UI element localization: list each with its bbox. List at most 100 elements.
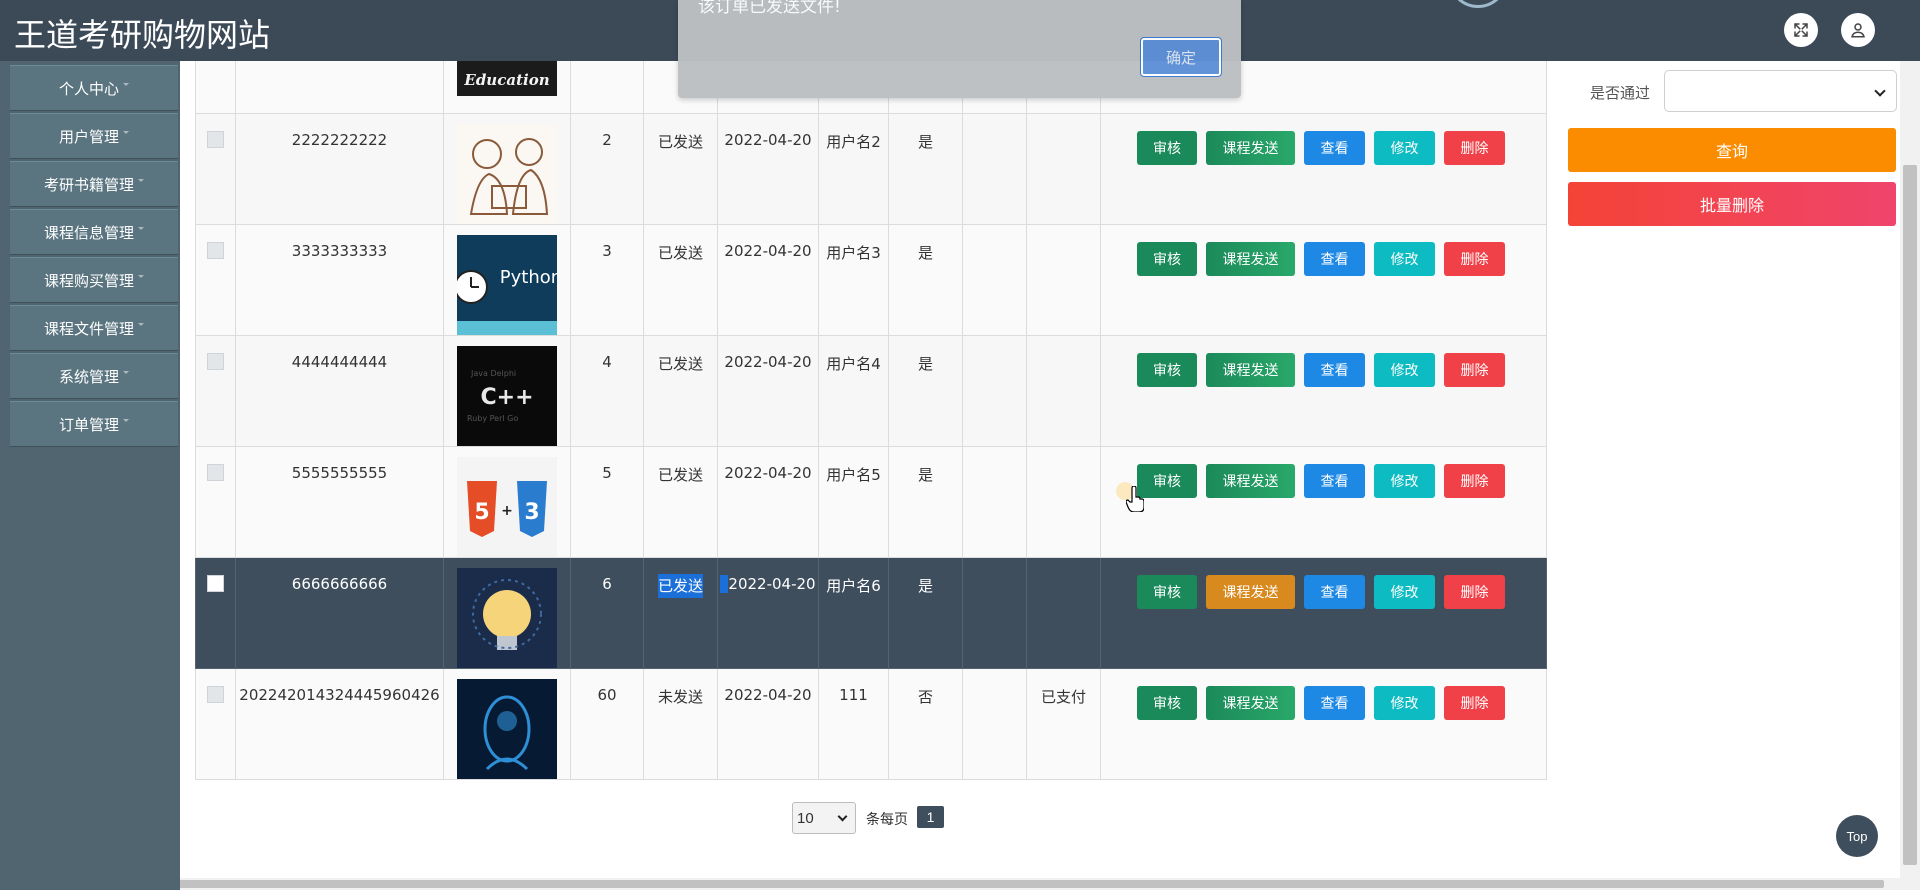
image-caption: Education (463, 71, 549, 89)
quantity: 2 (570, 113, 644, 225)
approved-filter-select[interactable] (1664, 70, 1897, 112)
sidebar-item-user-management[interactable]: 用户管理 (10, 113, 178, 159)
avatar[interactable] (1448, 0, 1508, 8)
sidebar-item-label: 考研书籍管理 (43, 175, 134, 194)
delete-button[interactable]: 删除 (1444, 464, 1505, 498)
query-button[interactable]: 查询 (1568, 128, 1896, 172)
svg-text:Java Delphi: Java Delphi (470, 369, 516, 378)
sidebar-item-orders[interactable]: 订单管理 (10, 401, 178, 447)
order-date: 2022-04-20 (717, 113, 819, 225)
send-status: 已发送 (657, 574, 703, 598)
user-button[interactable] (1841, 13, 1875, 47)
image-caption: Python (500, 267, 557, 288)
username: 111 (818, 668, 889, 780)
product-image: Python (457, 235, 557, 335)
send-course-button[interactable]: 课程发送 (1206, 353, 1295, 387)
row-checkbox[interactable] (207, 575, 224, 592)
page-number-current[interactable]: 1 (917, 806, 944, 828)
approved-filter-label: 是否通过 (1590, 84, 1651, 102)
view-button[interactable]: 查看 (1304, 575, 1365, 609)
view-button[interactable]: 查看 (1304, 464, 1365, 498)
view-button[interactable]: 查看 (1304, 131, 1365, 165)
send-status: 未发送 (643, 668, 718, 780)
row-checkbox[interactable] (207, 353, 224, 370)
sidebar-item-label: 课程购买管理 (43, 271, 134, 290)
row-checkbox[interactable] (207, 686, 224, 703)
caret-down-icon (123, 418, 129, 422)
audit-button[interactable]: 审核 (1137, 575, 1197, 609)
quantity: 3 (570, 224, 644, 336)
row-checkbox[interactable] (207, 242, 224, 259)
empty-cell (962, 113, 1027, 225)
empty-cell (962, 557, 1027, 669)
product-image: Java Delphi Ruby Perl Go C++ (457, 346, 557, 446)
audit-button[interactable]: 审核 (1137, 464, 1197, 498)
image-caption: C++ (480, 385, 533, 410)
view-button[interactable]: 查看 (1304, 242, 1365, 276)
delete-button[interactable]: 删除 (1444, 131, 1505, 165)
sidebar-item-personal-center[interactable]: 个人中心 (10, 65, 178, 111)
caret-down-icon (123, 130, 129, 134)
horizontal-scrollbar-thumb[interactable] (14, 880, 1884, 888)
delete-button[interactable]: 删除 (1444, 575, 1505, 609)
username: 用户名5 (818, 446, 889, 558)
sidebar-item-course-info[interactable]: 课程信息管理 (10, 209, 178, 255)
edit-button[interactable]: 修改 (1374, 575, 1435, 609)
user-icon (1851, 23, 1865, 38)
delete-button[interactable]: 删除 (1444, 242, 1505, 276)
audit-button[interactable]: 审核 (1137, 242, 1197, 276)
per-page-label: 条每页 (866, 812, 908, 828)
bulk-delete-button[interactable]: 批量删除 (1568, 182, 1896, 226)
send-course-button[interactable]: 课程发送 (1206, 575, 1295, 609)
audit-button[interactable]: 审核 (1137, 131, 1197, 165)
pay-status (1026, 557, 1101, 669)
view-button[interactable]: 查看 (1304, 353, 1365, 387)
approved: 是 (888, 113, 963, 225)
edit-button[interactable]: 修改 (1374, 686, 1435, 720)
empty-cell (962, 224, 1027, 336)
product-image: 5 + 3 (457, 457, 557, 557)
row-checkbox[interactable] (207, 131, 224, 148)
row-checkbox[interactable] (207, 464, 224, 481)
delete-button[interactable]: 删除 (1444, 353, 1505, 387)
audit-button[interactable]: 审核 (1137, 353, 1197, 387)
sidebar-item-course-files[interactable]: 课程文件管理 (10, 305, 178, 351)
orders-table: Education 2222222222 2 已发送 2022-04-20 用户… (195, 40, 1547, 780)
order-number: 2222222222 (235, 113, 444, 225)
edit-button[interactable]: 修改 (1374, 464, 1435, 498)
username: 用户名2 (818, 113, 889, 225)
caret-down-icon (123, 370, 129, 374)
sidebar-item-course-purchase[interactable]: 课程购买管理 (10, 257, 178, 303)
audit-button[interactable]: 审核 (1137, 686, 1197, 720)
empty-cell (962, 446, 1027, 558)
send-course-button[interactable]: 课程发送 (1206, 686, 1295, 720)
username: 用户名6 (818, 557, 889, 669)
alert-message: 该订单已发送文件! (698, 0, 841, 17)
page-size-select[interactable]: 10 (792, 802, 856, 834)
quantity: 60 (570, 668, 644, 780)
delete-button[interactable]: 删除 (1444, 686, 1505, 720)
view-button[interactable]: 查看 (1304, 686, 1365, 720)
back-to-top-button[interactable]: Top (1836, 815, 1878, 857)
send-course-button[interactable]: 课程发送 (1206, 242, 1295, 276)
order-number: 6666666666 (235, 557, 444, 669)
pay-status (1026, 224, 1101, 336)
send-course-button[interactable]: 课程发送 (1206, 464, 1295, 498)
approved: 是 (888, 557, 963, 669)
edit-button[interactable]: 修改 (1374, 242, 1435, 276)
order-date: 2022-04-20 (720, 575, 816, 593)
order-date: 2022-04-20 (717, 668, 819, 780)
edit-button[interactable]: 修改 (1374, 131, 1435, 165)
edit-button[interactable]: 修改 (1374, 353, 1435, 387)
fullscreen-icon (1794, 23, 1808, 37)
quantity: 6 (570, 557, 644, 669)
alert-ok-button[interactable]: 确定 (1140, 37, 1222, 77)
sidebar-item-book-management[interactable]: 考研书籍管理 (10, 161, 178, 207)
send-course-button[interactable]: 课程发送 (1206, 131, 1295, 165)
sidebar-item-system[interactable]: 系统管理 (10, 353, 178, 399)
approved: 是 (888, 335, 963, 447)
fullscreen-button[interactable] (1784, 13, 1818, 47)
caret-down-icon (123, 82, 129, 86)
vertical-scrollbar-thumb[interactable] (1903, 165, 1917, 865)
product-image (457, 124, 557, 224)
